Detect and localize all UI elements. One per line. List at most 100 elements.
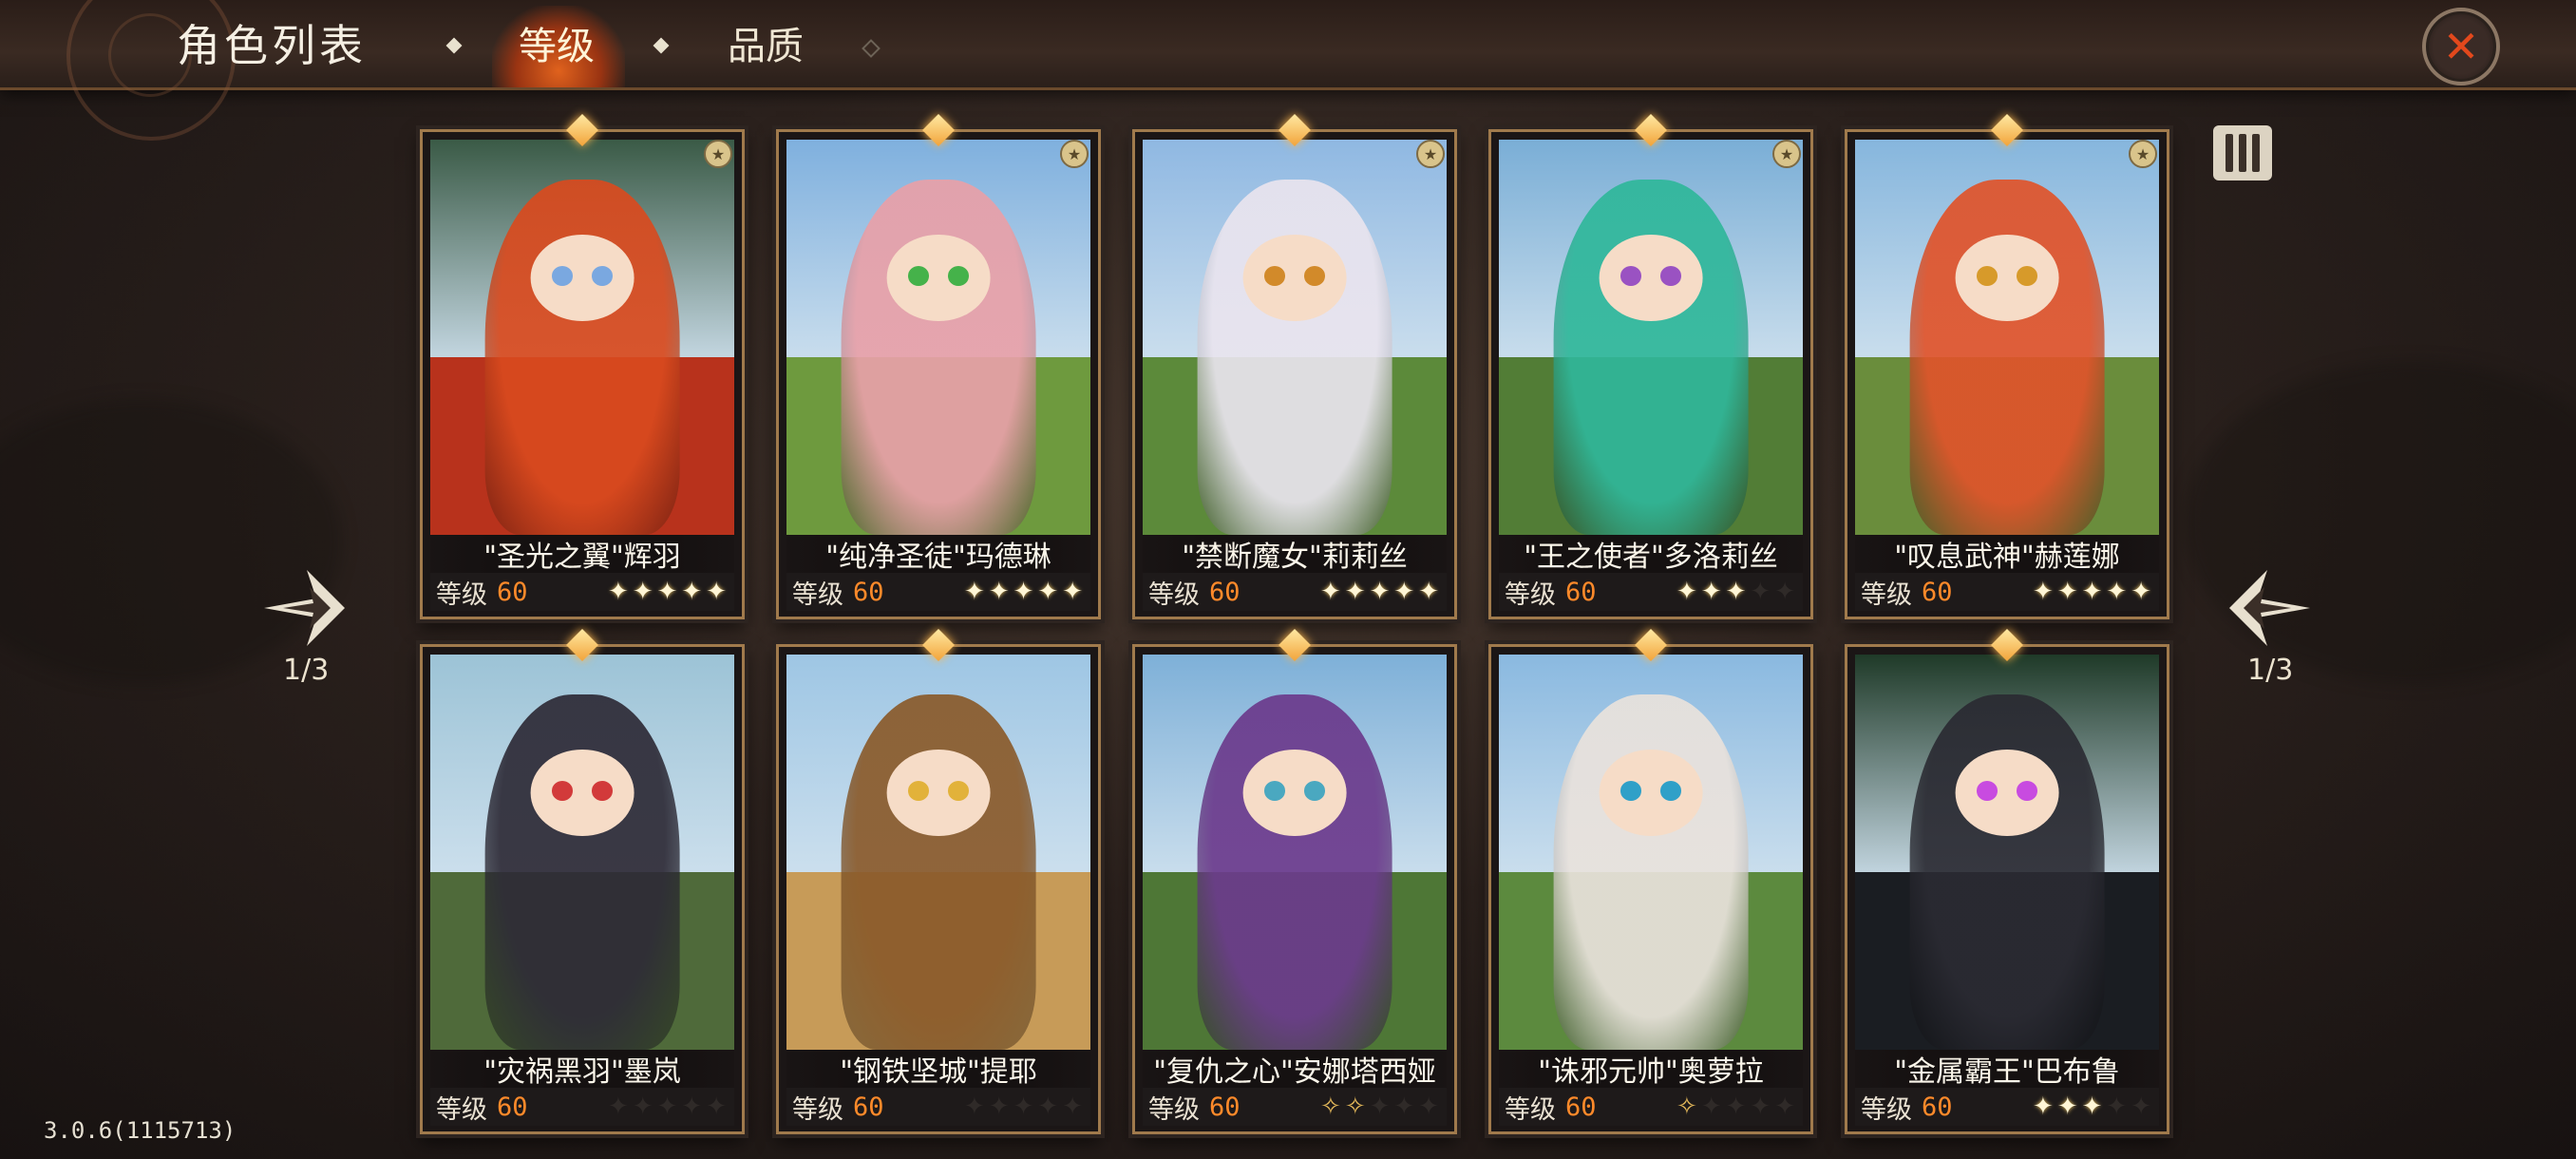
character-info-bar: 等级 60 ✦ ✦ ✦ ✦ ✦ xyxy=(786,1088,1090,1126)
character-card[interactable]: "灾祸黑羽"墨岚 等级 60 ✦ ✦ ✦ ✦ ✦ xyxy=(420,629,745,1134)
level-label: 等级 xyxy=(1505,580,1556,610)
character-card[interactable]: "钢铁坚城"提耶 等级 60 ✦ ✦ ✦ ✦ ✦ xyxy=(776,629,1101,1134)
level-label: 等级 xyxy=(436,1094,487,1125)
favorite-badge-icon: ★ xyxy=(1060,140,1089,168)
level-label: 等级 xyxy=(1505,1094,1556,1125)
level-value: 60 xyxy=(1209,1092,1241,1122)
star-rating: ✦ ✦ ✦ ✦ ✦ xyxy=(2033,1094,2151,1119)
star-icon: ✦ xyxy=(2106,1092,2128,1121)
close-button[interactable]: ✕ xyxy=(2422,8,2500,86)
star-icon: ✦ xyxy=(988,1092,1010,1121)
next-page-arrow-icon[interactable] xyxy=(2225,560,2320,656)
character-card[interactable]: "复仇之心"安娜塔西娅 等级 60 ✧ ✧ ✦ ✦ ✦ xyxy=(1132,629,1457,1134)
star-icon: ✦ xyxy=(1676,578,1697,606)
star-icon: ✦ xyxy=(2081,578,2103,606)
character-portrait xyxy=(786,655,1090,1050)
star-icon: ✦ xyxy=(1774,578,1795,606)
character-portrait xyxy=(786,140,1090,535)
star-icon: ✦ xyxy=(1393,578,1415,606)
character-info-bar: 等级 60 ✦ ✦ ✦ ✦ ✦ xyxy=(1499,573,1803,611)
character-card[interactable]: ★ "叹息武神"赫莲娜 等级 60 ✦ ✦ ✦ ✦ ✦ xyxy=(1845,114,2169,619)
star-icon: ✦ xyxy=(656,1092,678,1121)
level-label: 等级 xyxy=(792,1094,843,1125)
character-portrait xyxy=(1143,655,1447,1050)
character-card[interactable]: ★ "圣光之翼"辉羽 等级 60 ✦ ✦ ✦ ✦ ✦ xyxy=(420,114,745,619)
prev-page-arrow-icon[interactable] xyxy=(255,560,350,656)
character-card[interactable]: ★ "王之使者"多洛莉丝 等级 60 ✦ ✦ ✦ ✦ ✦ xyxy=(1488,114,1813,619)
star-icon: ✦ xyxy=(1037,578,1059,606)
star-icon: ✦ xyxy=(2081,1092,2103,1121)
star-icon: ✦ xyxy=(1750,1092,1771,1121)
tab-separator-icon xyxy=(862,39,881,58)
star-icon: ✦ xyxy=(608,1092,629,1121)
character-portrait xyxy=(1499,655,1803,1050)
star-icon: ✦ xyxy=(1062,578,1083,606)
character-card[interactable]: ★ "纯净圣徒"玛德琳 等级 60 ✦ ✦ ✦ ✦ ✦ xyxy=(776,114,1101,619)
tab-quality[interactable]: 品质 xyxy=(728,15,804,70)
star-rating: ✦ ✦ ✦ ✦ ✦ xyxy=(964,580,1083,604)
level-value: 60 xyxy=(497,577,528,607)
tab-separator-icon xyxy=(653,37,670,54)
character-card[interactable]: ★ "禁断魔女"莉莉丝 等级 60 ✦ ✦ ✦ ✦ ✦ xyxy=(1132,114,1457,619)
star-rating: ✦ ✦ ✦ ✦ ✦ xyxy=(1320,580,1439,604)
favorite-badge-icon: ★ xyxy=(1416,140,1445,168)
character-info-bar: 等级 60 ✦ ✦ ✦ ✦ ✦ xyxy=(1855,573,2159,611)
star-rating: ✧ ✧ ✦ ✦ ✦ xyxy=(1320,1094,1439,1119)
character-info-bar: 等级 60 ✦ ✦ ✦ ✦ ✦ xyxy=(1855,1088,2159,1126)
star-icon: ✦ xyxy=(681,1092,703,1121)
star-icon: ✦ xyxy=(1725,578,1747,606)
level-value: 60 xyxy=(1922,577,1953,607)
star-icon: ✦ xyxy=(1013,1092,1034,1121)
star-rating: ✦ ✦ ✦ ✦ ✦ xyxy=(2033,580,2151,604)
top-bar: 角色列表 等级 品质 ✕ xyxy=(0,0,2576,141)
star-icon: ✦ xyxy=(632,1092,653,1121)
star-icon: ✦ xyxy=(608,578,629,606)
star-rating: ✦ ✦ ✦ ✦ ✦ xyxy=(964,1094,1083,1119)
character-name: "灾祸黑羽"墨岚 xyxy=(430,1050,734,1089)
star-icon: ✦ xyxy=(1774,1092,1795,1121)
tab-level[interactable]: 等级 xyxy=(519,15,595,70)
level-value: 60 xyxy=(1565,1092,1597,1122)
level-label: 等级 xyxy=(1861,1094,1912,1125)
star-icon: ✦ xyxy=(2056,578,2078,606)
character-portrait xyxy=(430,655,734,1050)
favorite-badge-icon: ★ xyxy=(1772,140,1801,168)
star-icon: ✦ xyxy=(1418,1092,1439,1121)
star-icon: ✧ xyxy=(1344,1092,1366,1121)
tab-separator-icon xyxy=(445,37,463,54)
star-icon: ✦ xyxy=(2033,1092,2054,1121)
star-rating: ✦ ✦ ✦ ✦ ✦ xyxy=(1676,580,1795,604)
star-icon: ✦ xyxy=(1700,1092,1722,1121)
character-name: "圣光之翼"辉羽 xyxy=(430,535,734,574)
star-icon: ✦ xyxy=(656,578,678,606)
star-icon: ✦ xyxy=(1750,578,1771,606)
character-name: "诛邪元帅"奥萝拉 xyxy=(1499,1050,1803,1089)
page-indicator-left: 1/3 xyxy=(283,654,330,687)
level-label: 等级 xyxy=(1148,580,1200,610)
character-card[interactable]: "金属霸王"巴布鲁 等级 60 ✦ ✦ ✦ ✦ ✦ xyxy=(1845,629,2169,1134)
character-portrait xyxy=(1499,140,1803,535)
star-icon: ✦ xyxy=(2033,578,2054,606)
star-icon: ✦ xyxy=(964,1092,985,1121)
level-label: 等级 xyxy=(792,580,843,610)
level-value: 60 xyxy=(853,1092,884,1122)
layout-toggle-button[interactable] xyxy=(2213,125,2272,180)
grid-icon xyxy=(2226,134,2233,172)
star-icon: ✦ xyxy=(1369,578,1391,606)
star-icon: ✦ xyxy=(706,1092,727,1121)
star-icon: ✧ xyxy=(1320,1092,1341,1121)
character-card[interactable]: "诛邪元帅"奥萝拉等级 60 ✧ ✦ ✦ ✦ ✦ xyxy=(1488,629,1813,1134)
version-label: 3.0.6(1115713) xyxy=(44,1117,237,1144)
star-icon: ✦ xyxy=(1725,1092,1747,1121)
star-icon: ✦ xyxy=(964,578,985,606)
favorite-badge-icon: ★ xyxy=(2129,140,2157,168)
star-rating: ✧ ✦ ✦ ✦ ✦ xyxy=(1676,1094,1795,1119)
star-icon: ✦ xyxy=(632,578,653,606)
star-icon: ✦ xyxy=(1013,578,1034,606)
level-value: 60 xyxy=(497,1092,528,1122)
star-icon: ✦ xyxy=(1369,1092,1391,1121)
star-icon: ✦ xyxy=(1700,578,1722,606)
star-icon: ✦ xyxy=(1037,1092,1059,1121)
star-icon: ✦ xyxy=(681,578,703,606)
character-name: "叹息武神"赫莲娜 xyxy=(1855,535,2159,574)
